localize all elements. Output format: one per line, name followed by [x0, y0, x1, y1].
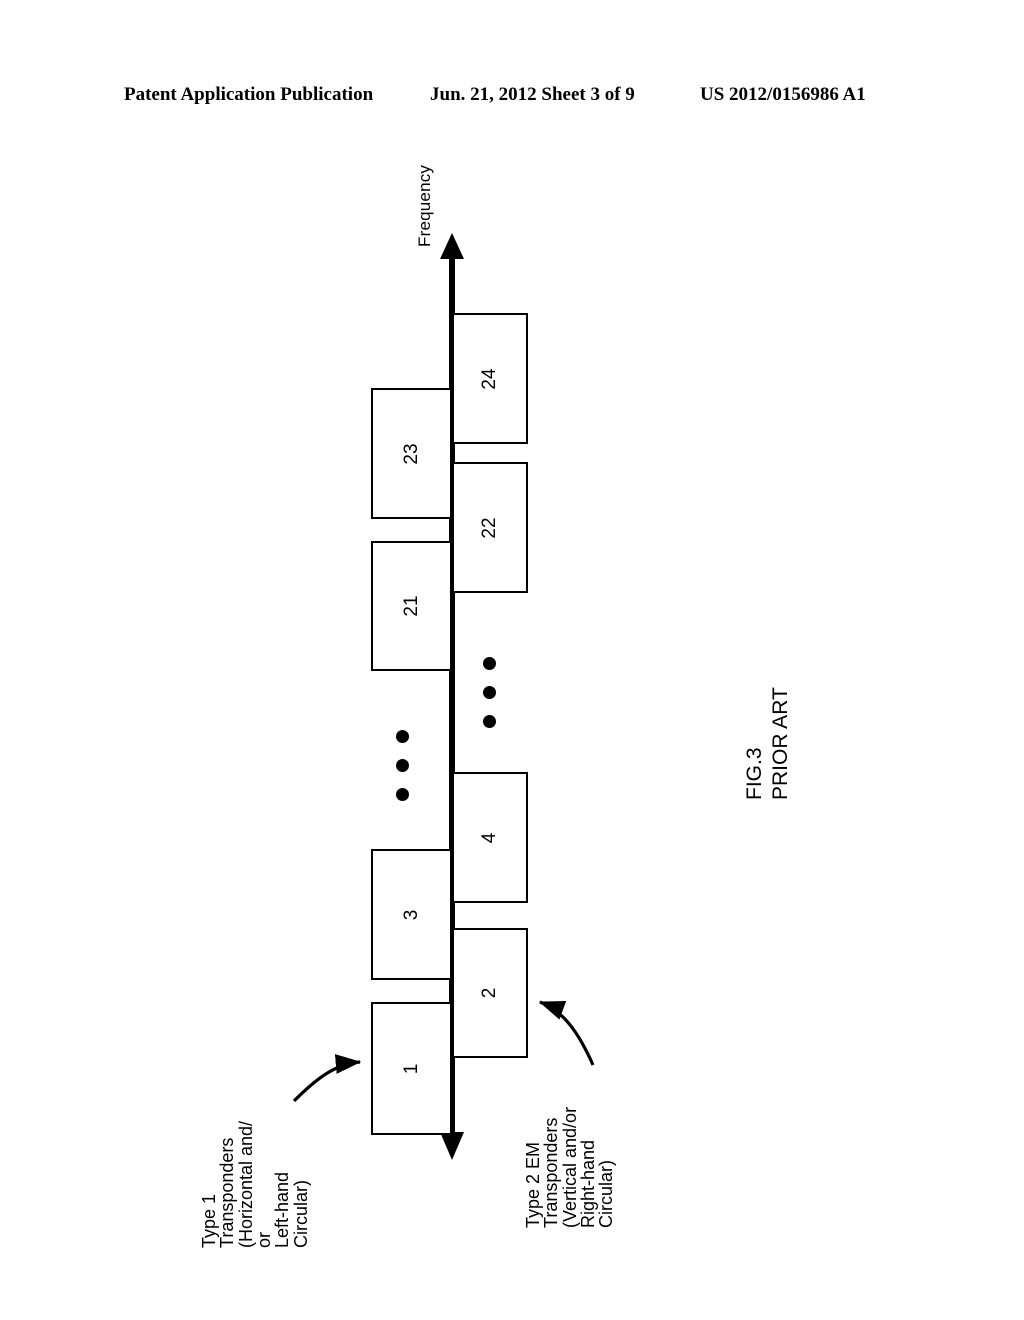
ellipsis-dot: [396, 788, 409, 801]
channel-box-21: 21: [371, 541, 452, 671]
ellipsis-dot: [483, 657, 496, 670]
callout-type-2-em-transponders: Type 2 EM Transponders (Vertical and/or …: [523, 1106, 617, 1228]
patent-figure-3: Frequency 24 22 4 2 23 21 3 1 Type 1 Tra…: [0, 0, 1024, 1320]
callout-line: Circular): [290, 1179, 311, 1248]
callout-line: Left-hand: [272, 1171, 293, 1248]
channel-box-1: 1: [371, 1002, 452, 1135]
callout-line: Circular): [596, 1159, 617, 1228]
figure-caption-number: FIG.3: [743, 747, 766, 800]
callout-line: Type 2 EM: [523, 1141, 543, 1228]
axis-arrow-up-icon: [440, 233, 464, 259]
channel-box-label: 22: [479, 516, 500, 539]
frequency-axis-label: Frequency: [415, 164, 434, 247]
callout-line: Transponders: [217, 1137, 238, 1248]
callout-line: Type 1: [199, 1193, 219, 1248]
channel-box-3: 3: [371, 849, 452, 980]
channel-box-label: 23: [400, 442, 422, 465]
channel-box-24: 24: [452, 313, 528, 444]
axis-arrow-down-icon: [440, 1132, 464, 1160]
figure-caption: FIG.3 PRIOR ART: [742, 687, 795, 800]
channel-box-label: 2: [479, 987, 500, 999]
leader-arrow-type2: [538, 1000, 595, 1066]
callout-type-1-transponders: Type 1 Transponders (Horizontal and/ or …: [199, 1120, 311, 1248]
callout-line: Transponders: [541, 1117, 562, 1228]
callout-line: (Vertical and/or: [559, 1106, 580, 1228]
figure-caption-prior-art: PRIOR ART: [769, 687, 793, 800]
channel-box-label: 4: [479, 832, 500, 843]
ellipsis-dot: [483, 715, 496, 728]
channel-box-22: 22: [452, 462, 528, 593]
channel-box-23: 23: [371, 388, 452, 519]
ellipsis-dot: [396, 759, 409, 772]
channel-box-2: 2: [452, 928, 528, 1058]
channel-box-label: 24: [479, 367, 500, 390]
channel-box-label: 1: [400, 1063, 422, 1074]
ellipsis-dot: [483, 686, 496, 699]
callout-line: or: [254, 1231, 275, 1248]
channel-box-label: 3: [400, 909, 422, 920]
callout-line: (Horizontal and/: [235, 1120, 256, 1248]
leader-arrow-type1: [292, 1054, 362, 1103]
ellipsis-dot: [396, 730, 409, 743]
channel-box-4: 4: [452, 772, 528, 903]
leader-arrows-group: [292, 1000, 595, 1103]
channel-box-label: 21: [400, 595, 422, 617]
callout-line: Right-hand: [578, 1139, 599, 1228]
